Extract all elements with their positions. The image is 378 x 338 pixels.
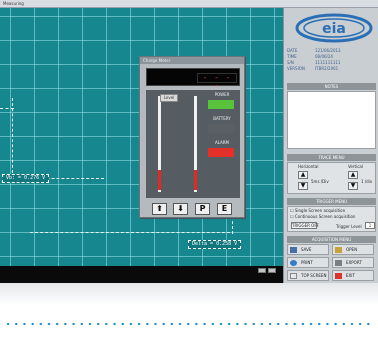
meter-up-button[interactable]: ⬆ — [152, 203, 167, 215]
exit-icon — [335, 273, 342, 279]
vertical-label: Vertical — [348, 164, 363, 169]
meter-title: Charge Meter — [140, 57, 244, 64]
meter-p-button[interactable]: P — [195, 203, 210, 215]
trigger-level-input[interactable]: 1 — [365, 222, 375, 229]
level-mark-right — [194, 170, 197, 190]
screenshot: Measuring Vb: = 0.276 V Delta = 0.258 V … — [0, 0, 378, 338]
scope-status-strip — [0, 266, 283, 283]
zoom-out-control[interactable] — [258, 268, 266, 273]
print-icon — [290, 260, 297, 266]
vertical-down-button[interactable]: ▼ — [348, 182, 358, 190]
save-button[interactable]: SAVE — [287, 244, 329, 255]
vertical-value: 1 /div — [361, 179, 373, 184]
print-button[interactable]: PRINT — [287, 257, 329, 268]
horizontal-up-button[interactable]: ▲ — [298, 171, 308, 179]
reflection — [0, 283, 378, 305]
trace-menu-header: TRACE MENU — [287, 154, 376, 161]
notes-header: NOTES — [287, 83, 376, 90]
channel-value-label: Vb: = 0.276 V — [2, 174, 50, 183]
window-titlebar: Measuring — [0, 0, 378, 8]
horizontal-value: 5ms /Div — [311, 179, 329, 184]
battery-indicator — [208, 124, 234, 133]
battery-label: BATTERY — [213, 116, 231, 121]
meter-level-panel: Level POWER BATTERY ALARM — [146, 90, 240, 198]
exit-button[interactable]: EXIT — [332, 270, 374, 281]
app-window: Measuring Vb: = 0.276 V Delta = 0.258 V … — [0, 0, 378, 283]
top-screen-icon — [290, 273, 297, 279]
trigger-level-label: Trigger Level — [336, 224, 362, 229]
vertical-up-button[interactable]: ▲ — [348, 171, 358, 179]
level-slider-handle[interactable]: Level — [160, 94, 178, 102]
meter-down-button[interactable]: ⬇ — [173, 203, 188, 215]
single-screen-option[interactable]: ☐ Single Screen acquisition — [290, 208, 345, 213]
save-icon — [290, 247, 297, 253]
horizontal-label: Horizontal — [298, 164, 319, 169]
open-button[interactable]: OPEN — [332, 244, 374, 255]
control-panel: eia DATE 121/06/2013 TIME 08/06/24 S/N 1111… — [283, 8, 378, 283]
charge-meter-dialog: Charge Meter - - - - Level POWER BATTERY… — [139, 56, 245, 218]
logo-text: eia — [322, 21, 346, 37]
top-screen-button[interactable]: TOP SCREEN — [287, 270, 329, 281]
export-button[interactable]: EXPORT — [332, 257, 374, 268]
delta-value-label: Delta = 0.258 V — [188, 240, 242, 249]
eia-logo: eia — [295, 13, 373, 43]
continuous-screen-option[interactable]: ☐ Continuous Screen acquisition — [290, 214, 355, 219]
trigger-menu: ☐ Single Screen acquisition ☐ Continuous… — [287, 206, 376, 232]
power-indicator — [208, 100, 234, 109]
trace-menu: Horizontal Vertical ▲ ▼ 5ms /Div ▲ ▼ 1 /… — [287, 162, 376, 194]
trace-top-level — [0, 108, 14, 109]
device-info: DATE 121/06/2013 TIME 08/06/24 S/N 11111111… — [287, 48, 376, 72]
open-icon — [335, 247, 342, 253]
trigger-off-button[interactable]: TRIGGER OFF — [291, 222, 319, 229]
meter-display: - - - - — [146, 68, 240, 90]
meter-e-button[interactable]: E — [217, 203, 232, 215]
dotted-divider — [4, 322, 374, 326]
trace-left-vertical — [12, 98, 13, 178]
alarm-label: ALARM — [214, 140, 230, 145]
notes-field[interactable] — [287, 91, 376, 149]
trace-low-level — [30, 232, 230, 233]
zoom-in-control[interactable] — [268, 268, 276, 273]
power-label: POWER — [214, 92, 230, 97]
info-row-version: VERSION ITBR2/2061 — [287, 66, 339, 71]
acquisition-menu-header: ACQUISITION MENU — [287, 236, 376, 243]
trigger-menu-header: TRIGGER MENU — [287, 198, 376, 205]
level-mark-left — [158, 170, 161, 190]
alarm-indicator — [208, 148, 234, 157]
horizontal-down-button[interactable]: ▼ — [298, 182, 308, 190]
meter-readout: - - - - — [197, 73, 237, 90]
export-icon — [335, 260, 342, 266]
